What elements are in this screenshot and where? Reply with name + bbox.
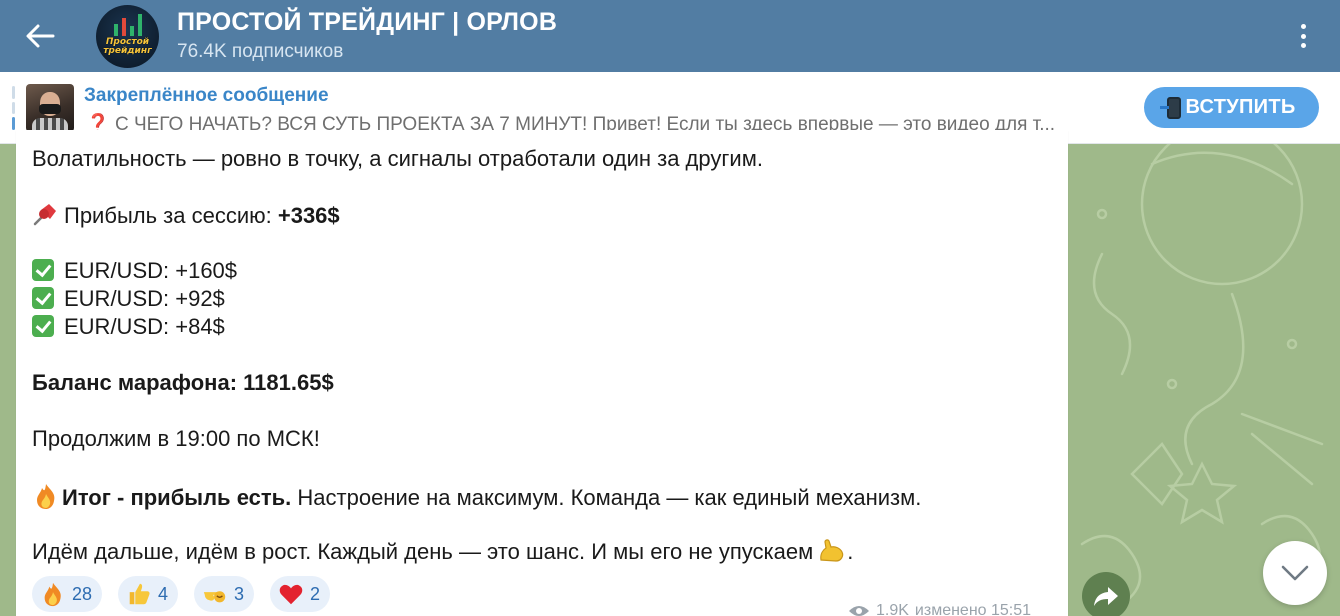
reaction-fire[interactable]: 28	[32, 576, 103, 612]
forward-button[interactable]	[1082, 572, 1130, 616]
check-icon	[32, 287, 54, 309]
message-meta: 1.9K изменено 15:51	[848, 602, 1031, 616]
message-line-summary: Итог - прибыль есть. Настроение на макси…	[32, 482, 921, 511]
avatar-candle	[114, 24, 118, 36]
pinned-indicator	[12, 86, 15, 131]
message-line-profit: Прибыль за сессию: +336$	[32, 202, 340, 229]
reaction-count: 2	[310, 583, 321, 604]
fire-icon	[37, 484, 55, 509]
trade-row: EUR/USD: +92$	[32, 286, 225, 312]
edited-time: изменено 15:51	[914, 602, 1032, 616]
view-count: 1.9K	[876, 602, 909, 616]
channel-title[interactable]: ПРОСТОЙ ТРЕЙДИНГ | ОРЛОВ	[177, 8, 557, 37]
message-line-continue: Продолжим в 19:00 по МСК!	[32, 426, 320, 451]
pinned-title: Закреплённое сообщение	[84, 85, 329, 106]
thumbs-up-icon	[129, 583, 150, 605]
dot-icon	[1300, 24, 1306, 29]
message-line-balance: Баланс марафона: 1181.65$	[32, 370, 334, 395]
trade-row: EUR/USD: +160$	[32, 258, 237, 284]
back-button[interactable]	[20, 18, 60, 54]
dot-icon	[1300, 33, 1306, 39]
pointing-hand-icon	[203, 591, 226, 603]
heart-icon	[279, 584, 303, 605]
profit-value: +336$	[277, 203, 340, 228]
reaction-count: 4	[158, 583, 169, 604]
chat-header: Простой трейдинг ПРОСТОЙ ТРЕЙДИНГ | ОРЛО…	[0, 0, 1340, 72]
arrow-left-icon	[26, 24, 55, 48]
more-options-button[interactable]	[1288, 20, 1318, 52]
channel-avatar[interactable]: Простой трейдинг	[96, 5, 159, 68]
subscriber-count: 76.4K подписчиков	[177, 41, 344, 62]
reaction-count: 3	[234, 583, 245, 604]
avatar-candle	[122, 18, 126, 36]
phone-icon	[1160, 96, 1182, 119]
join-button[interactable]: ВСТУПИТЬ	[1144, 87, 1319, 128]
avatar-candle	[138, 14, 142, 36]
pinned-thumbnail	[26, 84, 74, 132]
message-line-volatility: Волатильность — ровно в точку, а сигналы…	[32, 146, 763, 171]
scroll-down-button[interactable]	[1263, 541, 1327, 605]
forward-arrow-icon	[1094, 587, 1118, 606]
avatar-logo-text: Простой трейдинг	[103, 37, 152, 56]
flexed-biceps-icon	[820, 539, 844, 562]
check-icon	[32, 315, 54, 337]
trade-row: EUR/USD: +84$	[32, 314, 225, 340]
fire-icon	[44, 582, 61, 607]
reaction-thumbs-up[interactable]: 4	[118, 576, 179, 612]
chevron-down-icon	[1281, 565, 1309, 581]
check-icon	[32, 259, 54, 281]
eye-icon	[849, 606, 869, 616]
message-line-closing: Идём дальше, идём в рост. Каждый день — …	[32, 539, 854, 564]
reaction-heart[interactable]: 2	[270, 576, 331, 612]
reaction-count: 28	[72, 583, 93, 604]
pushpin-icon	[33, 204, 56, 226]
reaction-pointing-hand[interactable]: 3	[194, 576, 255, 612]
avatar-candle	[130, 26, 134, 36]
dot-icon	[1300, 43, 1306, 48]
